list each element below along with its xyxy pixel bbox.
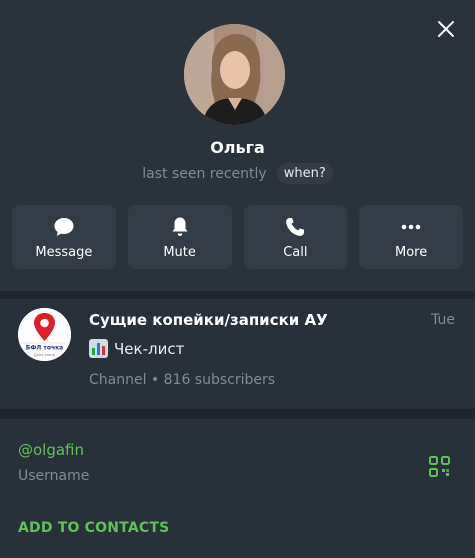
personal-channel[interactable]: БФЛ точка Дело связи Сущие копейки/запис…	[0, 299, 475, 409]
message-button-label: Message	[35, 244, 93, 260]
channel-avatar: БФЛ точка Дело связи	[18, 308, 71, 361]
phone-icon	[286, 217, 305, 236]
channel-title: Сущие копейки/записки АУ	[89, 311, 328, 329]
more-dots-icon	[401, 224, 421, 229]
section-divider	[0, 291, 475, 299]
channel-time: Tue	[431, 312, 455, 328]
qr-code-icon[interactable]	[429, 456, 450, 477]
channel-last-message: Чек-лист	[89, 339, 184, 358]
channel-logo-subtext: Дело связи	[34, 353, 56, 357]
username-label: Username	[18, 468, 90, 484]
channel-logo-text: БФЛ точка	[26, 345, 63, 352]
info-section: @olgafin Username ADD TO CONTACTS	[0, 419, 475, 558]
message-icon	[54, 217, 74, 236]
message-button[interactable]: Message	[12, 205, 116, 269]
channel-message-text: Чек-лист	[114, 339, 185, 358]
profile-name: Ольга	[210, 138, 265, 157]
bar-chart-icon	[89, 339, 108, 358]
more-button[interactable]: More	[359, 205, 463, 269]
avatar-photo	[184, 24, 285, 125]
mute-button-label: Mute	[163, 244, 196, 260]
last-seen-text: last seen recently	[142, 165, 267, 182]
bell-icon	[172, 217, 188, 236]
username-value[interactable]: @olgafin	[18, 441, 84, 459]
call-button[interactable]: Call	[243, 205, 348, 269]
channel-logo-icon: БФЛ точка Дело связи	[18, 308, 71, 361]
avatar[interactable]	[184, 24, 285, 125]
profile-header: Ольга last seen recently when? Message M…	[0, 0, 475, 291]
close-icon[interactable]	[437, 20, 455, 38]
channel-subtitle: Channel • 816 subscribers	[89, 372, 276, 388]
action-buttons: Message Mute Call More	[12, 205, 463, 269]
mute-button[interactable]: Mute	[127, 205, 232, 269]
more-button-label: More	[395, 244, 428, 260]
call-button-label: Call	[283, 244, 308, 260]
add-to-contacts-button[interactable]: ADD TO CONTACTS	[18, 520, 169, 536]
status-row: last seen recently when?	[0, 163, 475, 184]
when-button[interactable]: when?	[276, 163, 333, 184]
section-divider	[0, 409, 475, 419]
